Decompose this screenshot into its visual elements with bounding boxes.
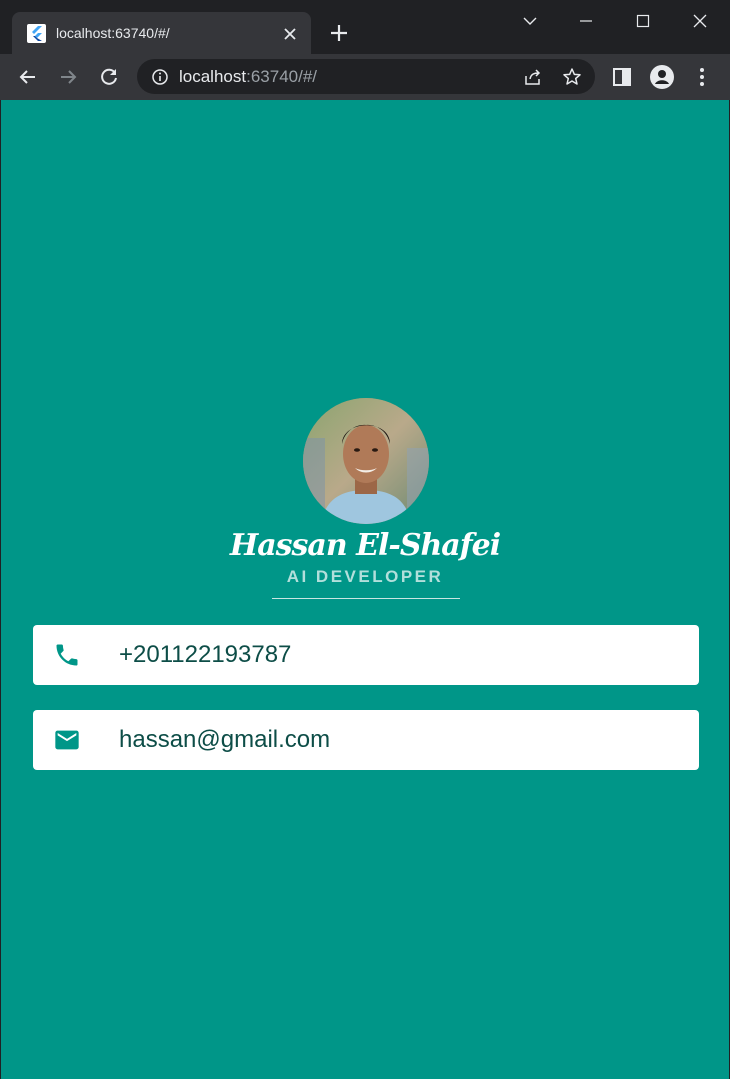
tab-strip: localhost:63740/#/ bbox=[0, 0, 730, 54]
menu-kebab-icon[interactable] bbox=[689, 64, 715, 90]
new-tab-icon[interactable] bbox=[326, 20, 352, 46]
profile-title: AI DEVELOPER bbox=[286, 567, 444, 586]
reload-icon[interactable] bbox=[96, 64, 122, 90]
email-icon bbox=[53, 726, 81, 754]
back-arrow-icon[interactable] bbox=[15, 64, 41, 90]
side-panel-icon[interactable] bbox=[609, 64, 635, 90]
minimize-icon[interactable] bbox=[573, 8, 599, 34]
forward-arrow-icon[interactable] bbox=[55, 64, 81, 90]
maximize-icon[interactable] bbox=[630, 8, 656, 34]
url-text[interactable]: localhost:63740/#/ bbox=[179, 67, 317, 87]
address-bar[interactable]: localhost:63740/#/ bbox=[137, 59, 595, 94]
phone-card[interactable]: +201122193787 bbox=[33, 625, 699, 685]
profile-name: Hassan El-Shafei bbox=[229, 528, 501, 563]
share-icon[interactable] bbox=[523, 67, 543, 87]
phone-number: +201122193787 bbox=[119, 641, 292, 668]
tab-close-icon[interactable] bbox=[280, 24, 300, 44]
browser-window: localhost:63740/#/ localhost:63740/#/ Ha… bbox=[0, 0, 730, 1079]
flutter-favicon-icon bbox=[27, 24, 46, 43]
bookmark-star-icon[interactable] bbox=[562, 67, 582, 87]
browser-toolbar: localhost:63740/#/ bbox=[0, 54, 730, 100]
divider bbox=[272, 598, 460, 599]
profile-avatar-icon[interactable] bbox=[649, 64, 675, 90]
url-path: :63740/#/ bbox=[246, 67, 318, 86]
email-address: hassan@gmail.com bbox=[119, 726, 331, 753]
page-viewport: Hassan El-Shafei AI DEVELOPER +201122193… bbox=[1, 100, 729, 1079]
browser-tab[interactable]: localhost:63740/#/ bbox=[12, 12, 311, 54]
close-window-icon[interactable] bbox=[687, 8, 713, 34]
phone-icon bbox=[53, 641, 81, 669]
url-host: localhost bbox=[179, 67, 247, 86]
avatar bbox=[303, 398, 429, 524]
info-icon[interactable] bbox=[150, 67, 170, 87]
tab-search-chevron-down-icon[interactable] bbox=[517, 8, 543, 34]
email-card[interactable]: hassan@gmail.com bbox=[33, 710, 699, 770]
tab-title: localhost:63740/#/ bbox=[56, 25, 170, 41]
